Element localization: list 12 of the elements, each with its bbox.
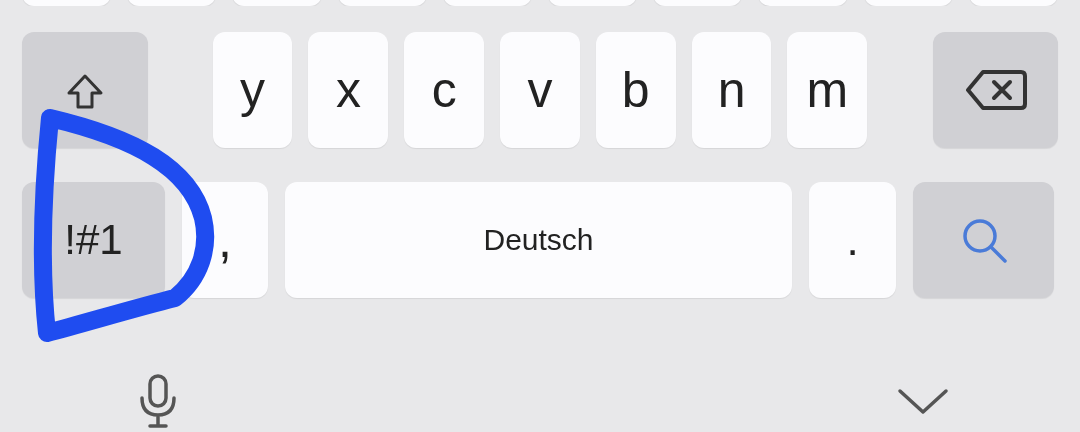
backspace-key[interactable] [933, 32, 1058, 148]
letter-key[interactable]: x [308, 32, 389, 148]
backspace-icon [964, 68, 1027, 112]
letter-key[interactable]: y [212, 32, 293, 148]
chevron-down-icon[interactable] [897, 387, 949, 415]
letter-key[interactable]: c [404, 32, 485, 148]
letter-key[interactable]: n [691, 32, 772, 148]
letter-key[interactable]: v [500, 32, 580, 148]
period-key[interactable]: . [809, 182, 896, 298]
letter-key[interactable]: m [787, 32, 868, 148]
space-key[interactable]: Deutsch [285, 182, 792, 298]
letter-key[interactable]: b [595, 32, 676, 148]
